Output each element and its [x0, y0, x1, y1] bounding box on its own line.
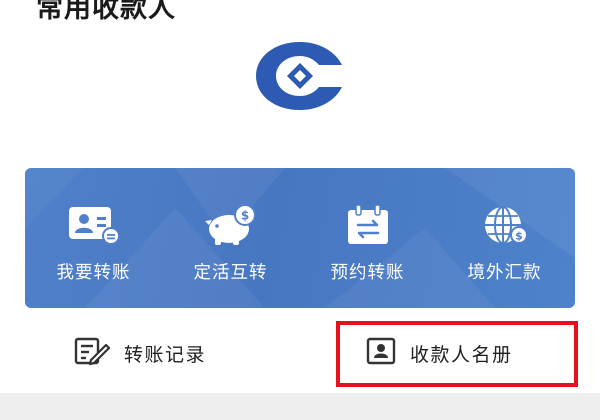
bottom-divider-bar [0, 393, 600, 420]
edit-list-icon [74, 336, 111, 370]
action-label: 境外汇款 [467, 263, 542, 283]
globe-remittance-icon: $ [475, 202, 535, 248]
action-transfer[interactable]: 我要转账 [25, 168, 162, 308]
transfer-records-link[interactable]: 转账记录 [74, 330, 206, 376]
transfer-records-label: 转账记录 [124, 343, 207, 366]
highlight-box [336, 321, 578, 387]
svg-text:$: $ [240, 209, 248, 223]
bank-logo-icon [252, 40, 348, 112]
section-title: 常用收款人 [36, 0, 176, 24]
transfer-page: 常用收款人 我要转账 $ 定活互转 预约转账 $ 境外汇款 转账记录 收款人名册 [0, 0, 600, 420]
piggy-bank-icon: $ [201, 202, 261, 248]
scheduled-calendar-icon [338, 202, 398, 248]
action-label: 我要转账 [56, 263, 131, 283]
action-label: 定活互转 [193, 263, 268, 283]
action-scheduled-transfer[interactable]: 预约转账 [299, 168, 436, 308]
action-label: 预约转账 [330, 263, 405, 283]
action-overseas-remittance[interactable]: $ 境外汇款 [436, 168, 573, 308]
svg-text:$: $ [515, 230, 523, 243]
action-fixed-current-exchange[interactable]: $ 定活互转 [162, 168, 299, 308]
quick-actions-panel: 我要转账 $ 定活互转 预约转账 $ 境外汇款 [25, 168, 575, 308]
transfer-card-icon [64, 202, 124, 248]
